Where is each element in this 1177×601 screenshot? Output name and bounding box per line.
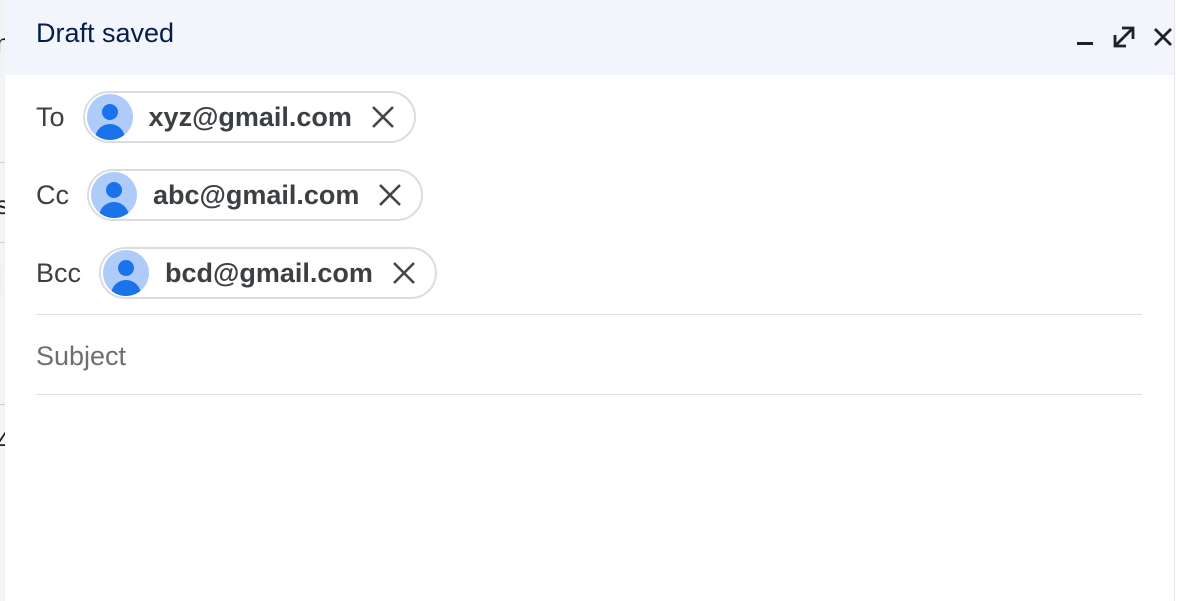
recipient-chip[interactable]: xyz@gmail.com — [82, 91, 416, 143]
person-avatar-icon — [103, 250, 150, 296]
compose-window: Draft saved To xyz@gmail.com Cc abc@gmai… — [5, 0, 1175, 601]
compose-header[interactable]: Draft saved — [5, 0, 1174, 75]
recipient-chip[interactable]: bcd@gmail.com — [99, 247, 437, 299]
subject-divider — [36, 394, 1142, 395]
recipient-email: abc@gmail.com — [153, 179, 360, 210]
full-screen-icon — [1113, 26, 1135, 48]
close-button[interactable] — [1148, 22, 1177, 52]
compose-title: Draft saved — [36, 18, 175, 48]
remove-recipient-icon[interactable] — [377, 182, 403, 208]
recipient-email: xyz@gmail.com — [148, 101, 352, 132]
full-screen-button[interactable] — [1109, 22, 1139, 52]
to-row[interactable]: To xyz@gmail.com — [36, 89, 416, 145]
page: n s i 4 Draft saved — [0, 0, 1177, 601]
cc-row[interactable]: Cc abc@gmail.com — [36, 167, 424, 223]
bcc-label: Bcc — [36, 257, 82, 288]
background-text-fragment: i — [0, 268, 2, 294]
minimize-icon — [1077, 42, 1093, 45]
bcc-row[interactable]: Bcc bcd@gmail.com — [36, 245, 437, 301]
cc-label: Cc — [36, 179, 69, 210]
person-avatar-icon — [91, 172, 137, 218]
remove-recipient-icon[interactable] — [391, 260, 417, 286]
remove-recipient-icon[interactable] — [370, 104, 396, 130]
to-label: To — [36, 101, 65, 132]
minimize-button[interactable] — [1071, 22, 1101, 52]
recipient-chip[interactable]: abc@gmail.com — [87, 169, 424, 221]
message-body[interactable] — [36, 400, 1142, 595]
subject-input[interactable] — [36, 335, 1142, 377]
recipients-divider — [36, 314, 1142, 315]
recipient-email: bcd@gmail.com — [165, 257, 373, 288]
person-avatar-icon — [86, 94, 133, 140]
close-icon — [1154, 28, 1172, 46]
